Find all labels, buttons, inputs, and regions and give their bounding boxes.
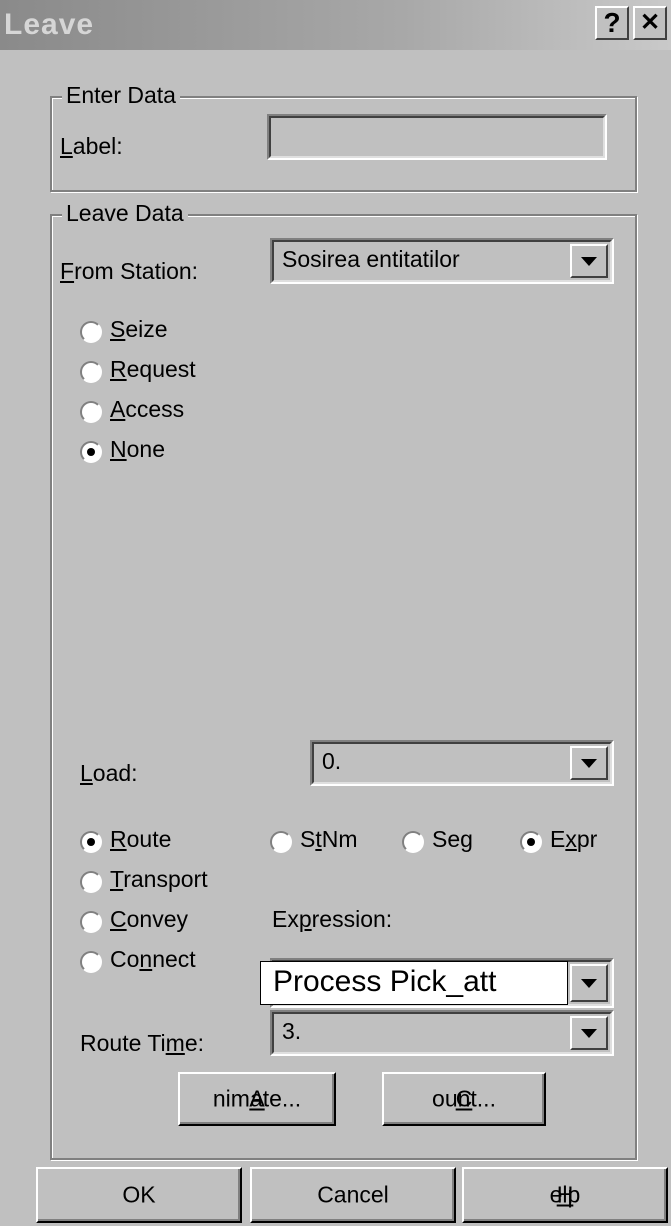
load-value: 0.	[322, 748, 342, 774]
radio-seize-dot	[80, 321, 102, 343]
chevron-down-icon[interactable]	[570, 746, 608, 780]
label-input[interactable]	[267, 114, 607, 160]
route-time-combo[interactable]: 3.	[270, 1010, 614, 1056]
leave-data-legend: Leave Data	[62, 200, 188, 227]
chevron-down-icon[interactable]	[570, 244, 608, 278]
radio-none-dot	[80, 441, 102, 463]
from-station-label: From Station:	[60, 258, 199, 284]
expression-label: Expression:	[272, 906, 393, 932]
help-button[interactable]: Help	[462, 1167, 668, 1223]
expression-value[interactable]: Process Pick_att	[260, 961, 568, 1005]
label-field-label: Label:	[60, 133, 123, 159]
from-station-value: Sosirea entitatilor	[282, 246, 460, 272]
cancel-button[interactable]: Cancel	[250, 1167, 456, 1223]
animate-button[interactable]: Animate...	[178, 1072, 336, 1126]
ok-button[interactable]: OK	[36, 1167, 242, 1223]
radio-access-dot	[80, 401, 102, 423]
chevron-down-icon[interactable]	[570, 1016, 608, 1050]
title-bar[interactable]: Leave ? ✕	[0, 0, 671, 50]
close-icon[interactable]: ✕	[633, 6, 667, 40]
chevron-down-icon[interactable]	[570, 964, 608, 1002]
help-icon[interactable]: ?	[595, 6, 629, 40]
enter-data-legend: Enter Data	[62, 82, 180, 109]
window-title: Leave	[4, 8, 95, 41]
from-station-combo[interactable]: Sosirea entitatilor	[270, 238, 614, 284]
load-combo[interactable]: 0.	[310, 740, 614, 786]
route-time-value: 3.	[282, 1018, 302, 1044]
count-button[interactable]: Count...	[382, 1072, 546, 1126]
load-label: Load:	[80, 760, 138, 786]
radio-request-dot	[80, 361, 102, 383]
route-time-label: Route Time:	[80, 1030, 205, 1056]
